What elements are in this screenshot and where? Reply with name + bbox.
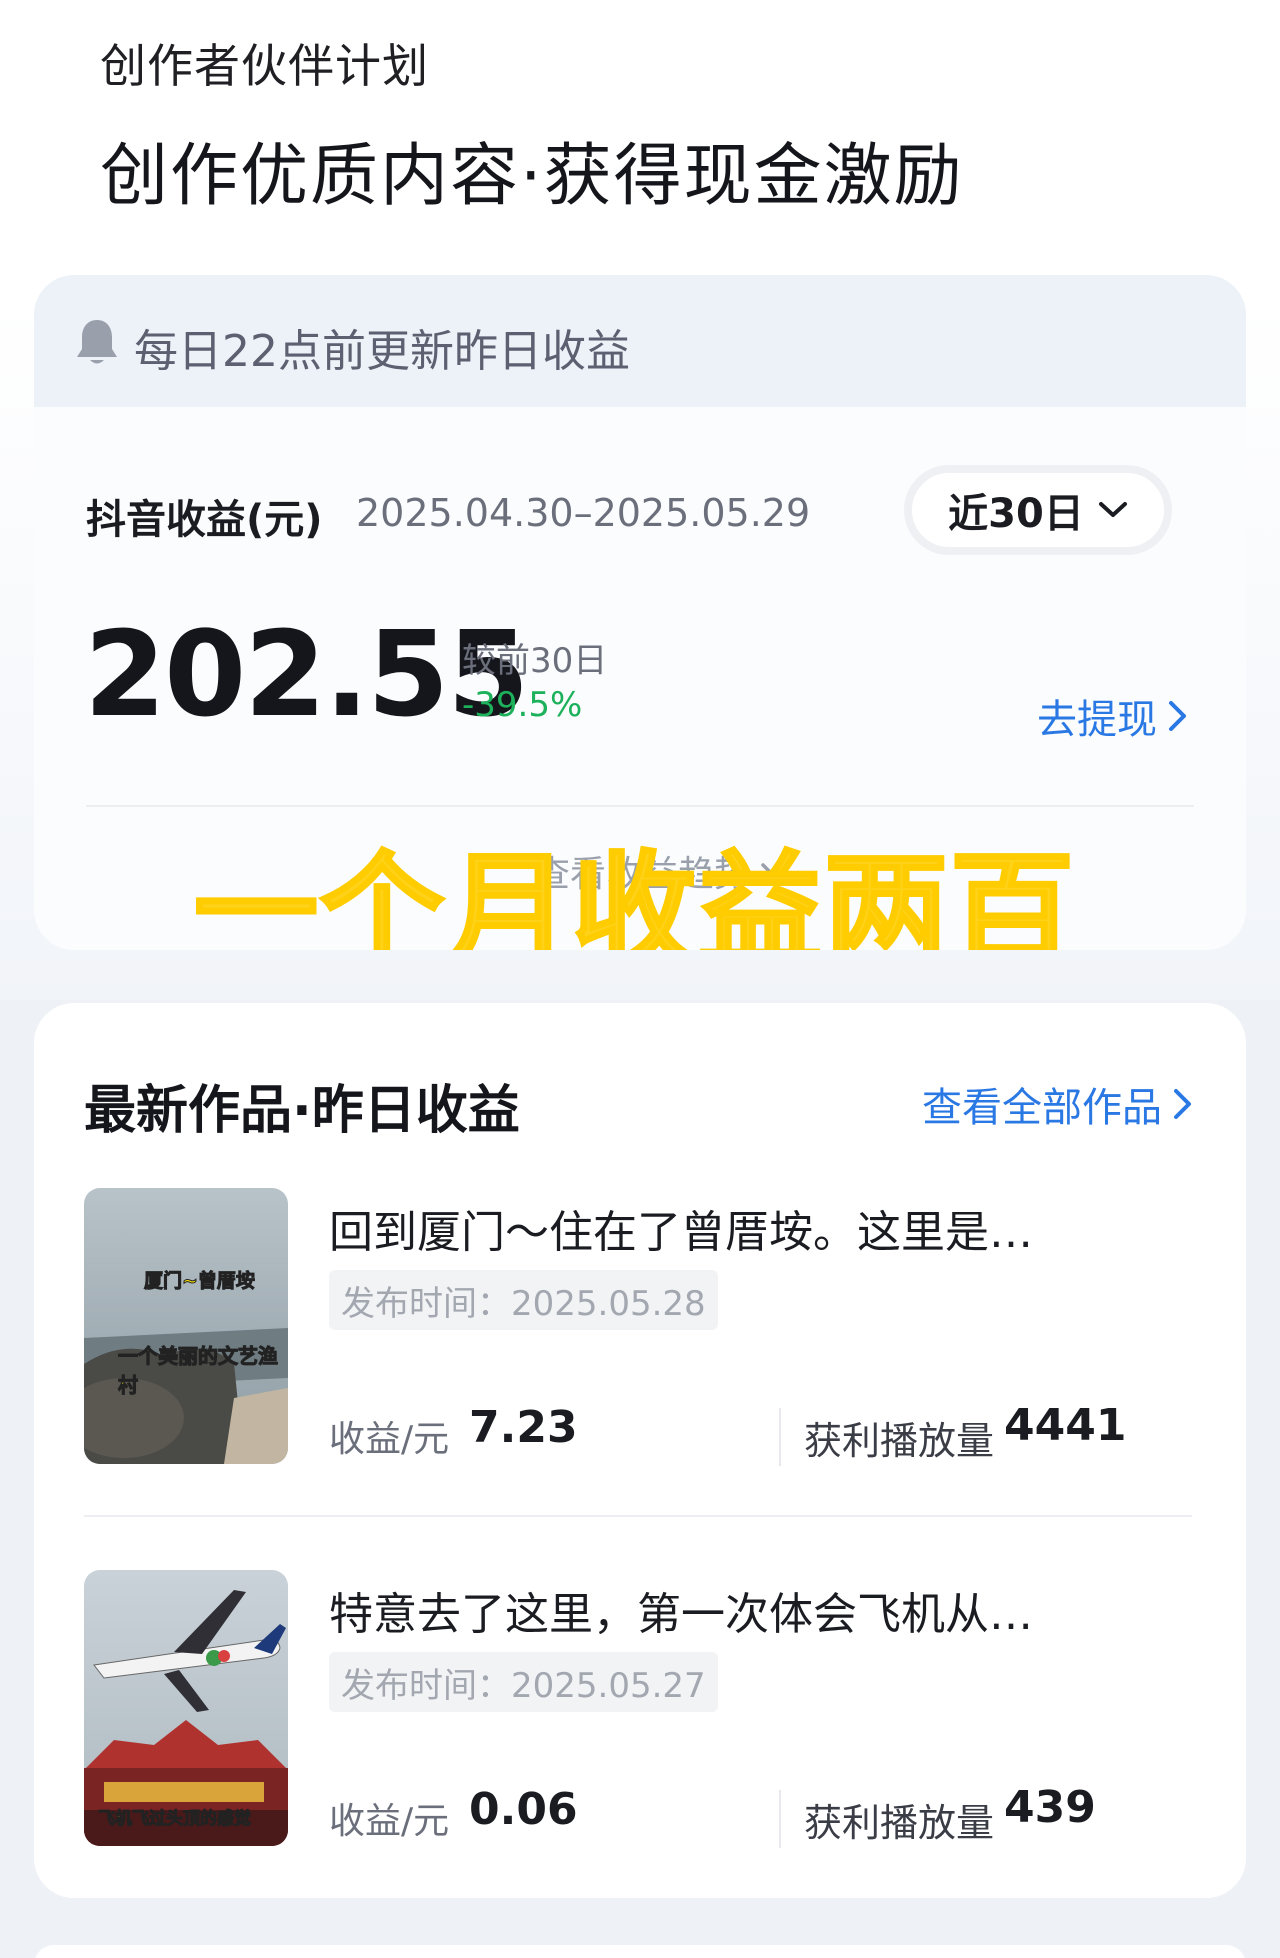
chevron-right-icon [1169,701,1186,731]
work-title[interactable]: 回到厦门～住在了曾厝垵。这里是… [329,1196,1033,1260]
earnings-amount: 202.55 [84,605,529,743]
divider [84,1515,1192,1517]
thumbnail-image [84,1188,288,1464]
income-value: 0.06 [469,1784,578,1835]
divider [86,805,1194,807]
thumbnail-caption-1: 飞机飞过头顶的感觉 [98,1809,252,1830]
stat-separator [779,1790,781,1848]
work-thumbnail[interactable]: 厦门~曾厝垵 一个美丽的文艺渔村 [84,1188,288,1464]
period-label: 近30日 [948,491,1084,537]
notice-bar: 每日22点前更新昨日收益 [34,275,1246,407]
income-label: 收益/元 [329,1801,450,1842]
withdraw-link[interactable]: 去提现 [1037,687,1189,745]
work-item[interactable]: 飞机飞过头顶的感觉 特意去了这里，第一次体会飞机从… 发布时间：2025.05.… [84,1570,1192,1850]
work-thumbnail[interactable]: 飞机飞过头顶的感觉 [84,1570,288,1846]
page: 创作者伙伴计划 创作优质内容·获得现金激励 每日22点前更新昨日收益 抖音收益(… [0,0,1280,1958]
bell-icon [77,320,117,364]
income-label: 收益/元 [329,1419,450,1460]
compare-label: 较前30日 [462,641,608,681]
work-title[interactable]: 特意去了这里，第一次体会飞机从… [329,1578,1033,1642]
view-all-label: 查看全部作品 [922,1085,1162,1131]
thumbnail-caption-2: 一个美丽的文艺渔村 [118,1344,279,1398]
work-item[interactable]: 厦门~曾厝垵 一个美丽的文艺渔村 回到厦门～住在了曾厝垵。这里是… 发布时间：2… [84,1188,1192,1468]
view-all-works-link[interactable]: 查看全部作品 [922,1075,1194,1133]
withdraw-label: 去提现 [1037,697,1157,743]
page-subtitle: 创作者伙伴计划 [100,39,429,93]
chevron-right-icon [1174,1089,1191,1119]
notice-text: 每日22点前更新昨日收益 [134,326,630,377]
earnings-card: 每日22点前更新昨日收益 抖音收益(元) 2025.04.30–2025.05.… [34,275,1246,950]
stat-separator [779,1408,781,1466]
earnings-date-range: 2025.04.30–2025.05.29 [356,491,811,535]
income-value: 7.23 [469,1402,578,1453]
earnings-label: 抖音收益(元) [86,497,323,543]
plays-label: 获利播放量 [804,1801,995,1845]
works-title: 最新作品·昨日收益 [84,1081,520,1141]
chevron-down-icon [1098,502,1127,517]
compare-delta: -39.5% [462,685,583,725]
thumbnail-caption-1: 厦门~曾厝垵 [144,1270,256,1293]
next-card [34,1945,1246,1958]
plays-value: 439 [1004,1782,1096,1833]
publish-time: 发布时间：2025.05.28 [329,1270,718,1330]
publish-time: 发布时间：2025.05.27 [329,1652,718,1712]
works-card: 最新作品·昨日收益 查看全部作品 厦门~曾厝垵 一个美丽的文艺渔村 回到厦门～住… [34,1003,1246,1898]
plays-label: 获利播放量 [804,1419,995,1463]
plays-value: 4441 [1004,1400,1127,1451]
period-dropdown[interactable]: 近30日 [904,465,1172,555]
page-title: 创作优质内容·获得现金激励 [100,137,964,216]
overlay-caption: 一个月收益两百 [192,839,1077,951]
